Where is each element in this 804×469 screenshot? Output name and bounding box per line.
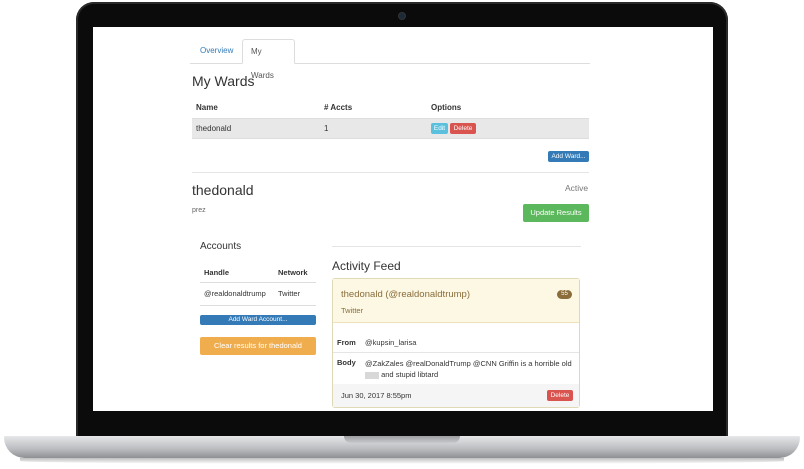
redacted-text	[365, 371, 379, 379]
col-options-header: Options	[431, 103, 462, 112]
feed-item-date: Jun 30, 2017 8:55pm	[341, 391, 412, 400]
body-line-2: and stupid libtard	[381, 370, 439, 379]
col-name-header: Name	[196, 103, 218, 112]
ward-name-cell: thedonald	[196, 124, 232, 133]
camera-icon	[399, 13, 405, 19]
activity-feed-heading: Activity Feed	[332, 259, 401, 273]
account-handle-cell: @realdonaldtrump	[204, 289, 266, 298]
from-value: @kupsin_larisa	[365, 338, 417, 347]
laptop-notch	[344, 436, 460, 443]
feed-item-header	[333, 279, 579, 323]
add-ward-account-button[interactable]: Add Ward Account...	[200, 315, 316, 325]
accounts-header-divider	[200, 282, 316, 283]
edit-ward-button[interactable]: Edit	[431, 123, 448, 134]
delete-feed-item-button[interactable]: Delete	[547, 390, 573, 401]
account-network-cell: Twitter	[278, 289, 301, 298]
delete-ward-button[interactable]: Delete	[450, 123, 476, 134]
feed-item-divider	[333, 352, 579, 353]
col-handle-header: Handle	[204, 268, 230, 277]
feed-divider	[332, 246, 581, 247]
tab-overview[interactable]: Overview	[192, 39, 241, 63]
feed-item-count-badge: 55	[557, 290, 572, 299]
body-line-2-wrap: and stupid libtard	[365, 369, 575, 380]
update-results-button[interactable]: Update Results	[523, 204, 589, 222]
table-row[interactable]	[192, 119, 589, 138]
section-divider	[192, 172, 589, 173]
col-network-header: Network	[278, 268, 308, 277]
from-label: From	[337, 338, 356, 347]
ward-title: thedonald	[192, 182, 254, 198]
ward-description: prez	[192, 207, 206, 214]
body-value: @ZakZales @realDonaldTrump @CNN Griffin …	[365, 358, 575, 380]
accounts-row-divider	[200, 305, 316, 306]
col-accts-header: # Accts	[324, 103, 353, 112]
app-screen: Overview My Wards My Wards Name # Accts …	[93, 27, 713, 411]
body-line-1: @ZakZales @realDonaldTrump @CNN Griffin …	[365, 359, 572, 368]
ward-status: Active	[565, 183, 589, 193]
my-wards-heading: My Wards	[192, 73, 255, 89]
tab-my-wards[interactable]: My Wards	[242, 39, 295, 80]
feed-item-network: Twitter	[341, 306, 364, 315]
clear-results-button[interactable]: Clear results for thedonald	[200, 337, 316, 355]
accounts-heading: Accounts	[200, 241, 242, 252]
table-row-divider	[192, 138, 589, 139]
nav-tabs: Overview My Wards	[190, 39, 590, 80]
body-label: Body	[337, 358, 356, 367]
laptop-shadow	[20, 458, 784, 464]
add-ward-button[interactable]: Add Ward...	[548, 151, 589, 162]
feed-item-title: thedonald (@realdonaldtrump)	[341, 289, 470, 300]
ward-accts-cell: 1	[324, 124, 329, 133]
